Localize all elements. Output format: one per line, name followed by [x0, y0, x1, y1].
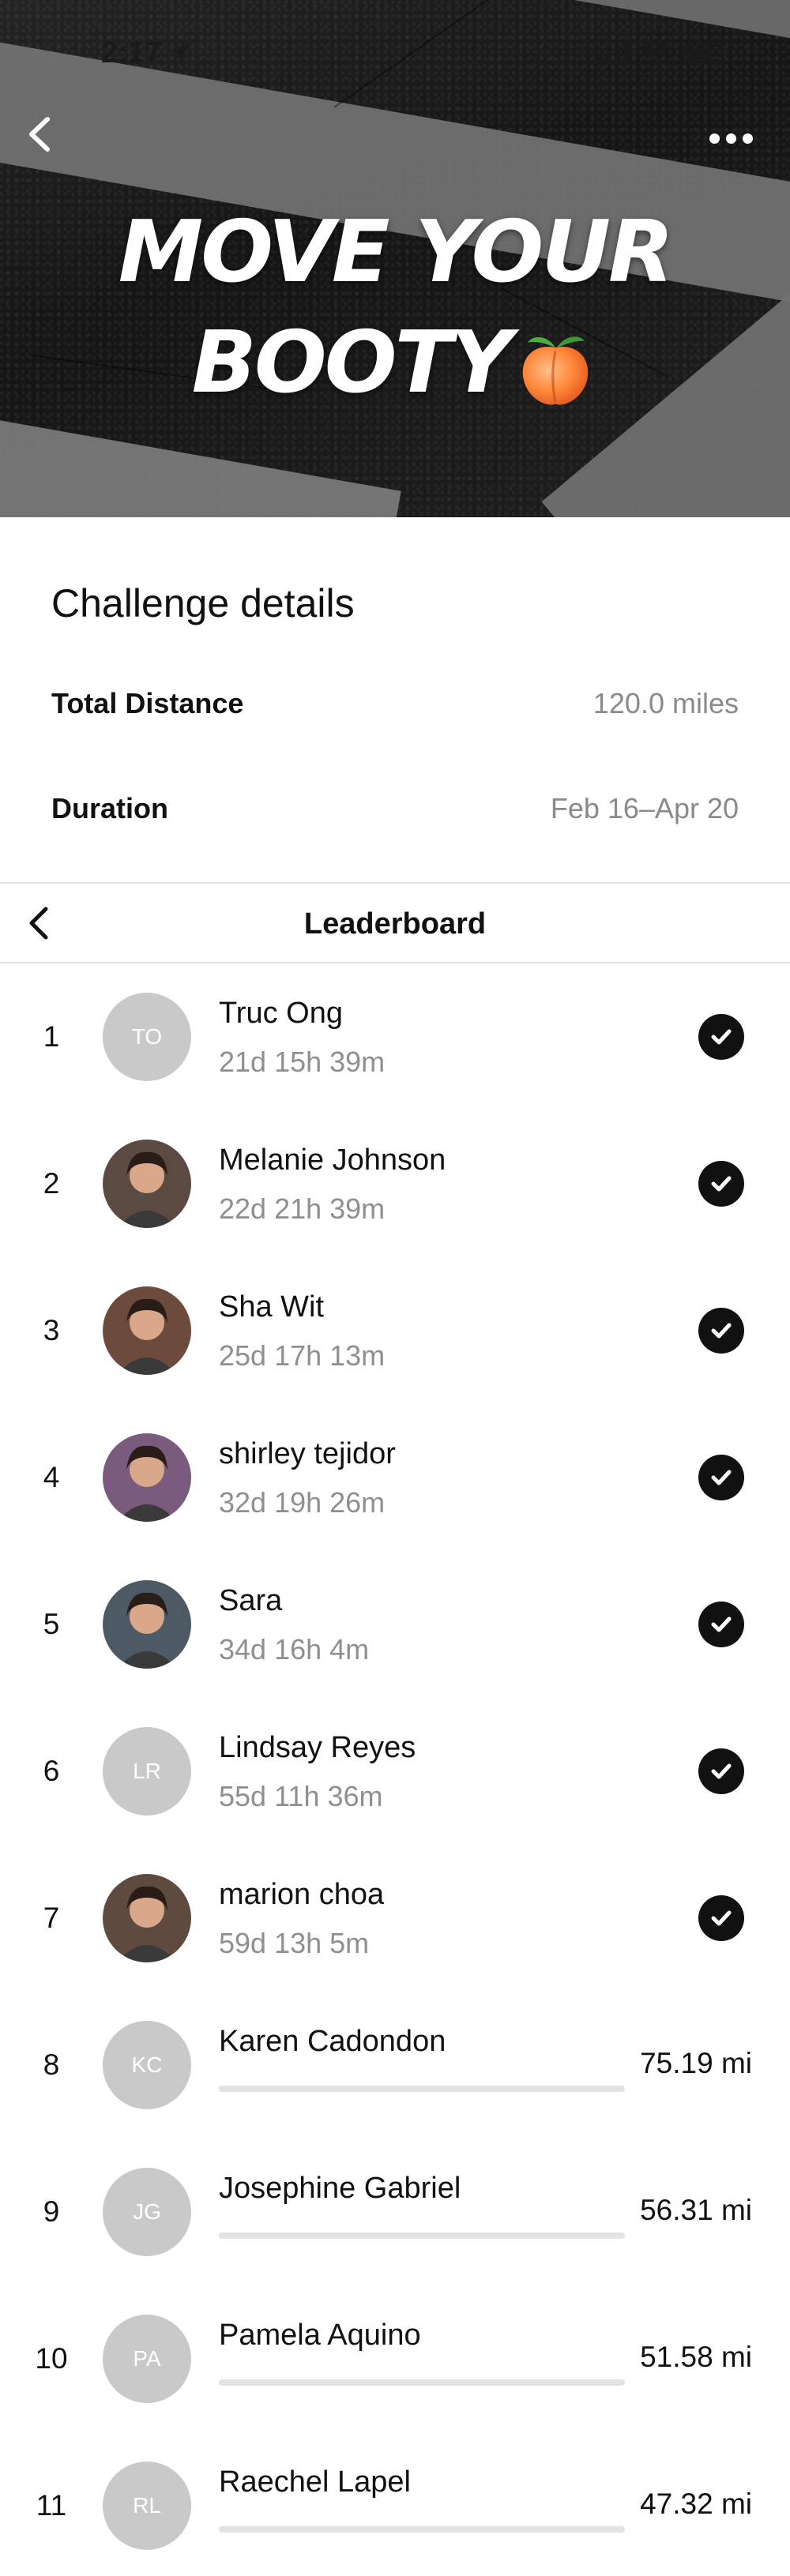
completion-time: 55d 11h 36m [219, 1780, 383, 1812]
leaderboard-row[interactable]: 3 Sha Wit 25d 17h 13m [0, 1257, 790, 1404]
distance-value: 56.31 mi [640, 2194, 752, 2226]
location-arrow-icon [167, 41, 191, 69]
progress-bar [219, 2379, 625, 2386]
total-distance-row: Total Distance 120.0 miles [51, 687, 739, 734]
wifi-icon [639, 41, 672, 65]
rank-number: 8 [43, 2048, 60, 2081]
rank-number: 2 [43, 1167, 60, 1200]
distance-value: 75.19 mi [640, 2047, 752, 2079]
challenge-details: Challenge details Total Distance 120.0 m… [0, 517, 790, 882]
progress-fill [219, 2086, 475, 2092]
leaderboard-row[interactable]: 6 LR Lindsay Reyes 55d 11h 36m [0, 1698, 790, 1845]
check-icon [698, 1308, 744, 1354]
status-bar: 2:17 [0, 0, 790, 103]
rank-number: 3 [43, 1314, 60, 1346]
avatar [103, 1580, 191, 1669]
leaderboard-row[interactable]: 5 Sara 34d 16h 4m [0, 1551, 790, 1698]
status-time: 2:17 [101, 36, 162, 69]
rank-number: 1 [43, 1020, 60, 1053]
rank-number: 9 [43, 2195, 60, 2228]
participant-name: Melanie Johnson [219, 1143, 446, 1177]
battery-icon [683, 44, 729, 65]
progress-bar [219, 2526, 625, 2533]
check-icon [698, 1455, 744, 1500]
progress-fill [219, 2232, 410, 2239]
leaderboard-row[interactable]: 8 KC Karen Cadondon 75.19 mi [0, 1992, 790, 2139]
check-icon [698, 1602, 744, 1647]
rank-number: 4 [43, 1461, 60, 1493]
details-heading: Challenge details [51, 581, 355, 625]
participant-name: marion choa [219, 1878, 385, 1911]
distance-value: 51.58 mi [640, 2341, 752, 2373]
completion-time: 59d 13h 5m [219, 1927, 370, 1959]
rank-number: 11 [36, 2489, 67, 2522]
check-icon [698, 1748, 744, 1794]
total-distance-label: Total Distance [51, 687, 244, 719]
check-icon [698, 1014, 744, 1060]
avatar: JG [103, 2168, 191, 2256]
total-distance-value: 120.0 miles [592, 687, 739, 719]
hero-banner: 2:17 MOVE YOUR BOOTY [0, 0, 790, 517]
progress-fill [219, 2379, 394, 2386]
completion-time: 25d 17h 13m [219, 1339, 386, 1372]
check-icon [698, 1895, 744, 1941]
peach-emoji-icon [523, 336, 589, 405]
completion-time: 32d 19h 26m [219, 1486, 386, 1519]
more-options-button[interactable] [703, 118, 758, 158]
participant-name: Sara [219, 1584, 283, 1617]
completion-time: 22d 21h 39m [219, 1192, 386, 1225]
progress-fill [219, 2526, 378, 2533]
leaderboard-row[interactable]: 2 Melanie Johnson 22d 21h 39m [0, 1110, 790, 1257]
rank-number: 6 [43, 1755, 60, 1787]
avatar [103, 1433, 191, 1522]
check-icon [698, 1161, 744, 1207]
leaderboard-row[interactable]: 7 marion choa 59d 13h 5m [0, 1845, 790, 1992]
progress-bar [219, 2232, 625, 2239]
completion-time: 21d 15h 39m [219, 1046, 386, 1078]
hero-title-line-2: BOOTY [191, 314, 513, 412]
participant-name: Josephine Gabriel [219, 2172, 461, 2205]
hero-title: MOVE YOUR BOOTY [0, 197, 790, 419]
rank-number: 7 [43, 1902, 60, 1934]
leaderboard-header: Leaderboard [0, 882, 790, 963]
participant-name: shirley tejidor [219, 1437, 396, 1470]
leaderboard-row[interactable]: 9 JG Josephine Gabriel 56.31 mi [0, 2139, 790, 2285]
avatar [103, 1140, 191, 1228]
avatar: PA [103, 2315, 191, 2403]
leaderboard-row[interactable]: 1 TO Truc Ong 21d 15h 39m [0, 963, 790, 1110]
back-button[interactable] [16, 111, 63, 158]
duration-row: Duration Feb 16–Apr 20 [51, 792, 739, 839]
participant-name: Truc Ong [219, 997, 343, 1030]
duration-label: Duration [51, 792, 168, 824]
avatar [103, 1286, 191, 1375]
participant-name: Lindsay Reyes [219, 1731, 416, 1764]
signal-icon [597, 43, 629, 65]
participant-name: Pamela Aquino [219, 2319, 421, 2352]
avatar: LR [103, 1727, 191, 1816]
leaderboard-title: Leaderboard [303, 907, 487, 941]
leaderboard-row[interactable]: 11 RL Raechel Lapel 47.32 mi [0, 2432, 790, 2576]
participant-name: Karen Cadondon [219, 2025, 446, 2058]
participant-name: Sha Wit [219, 1290, 325, 1324]
rank-number: 10 [35, 2342, 68, 2375]
leaderboard-row[interactable]: 4 shirley tejidor 32d 19h 26m [0, 1404, 790, 1551]
avatar: TO [103, 993, 191, 1081]
avatar: KC [103, 2021, 191, 2109]
back-chevron-icon [29, 117, 50, 152]
avatar [103, 1874, 191, 1962]
leaderboard-row[interactable]: 10 PA Pamela Aquino 51.58 mi [0, 2285, 790, 2432]
progress-bar [219, 2086, 625, 2092]
participant-name: Raechel Lapel [219, 2465, 411, 2499]
distance-value: 47.32 mi [640, 2488, 752, 2520]
hero-title-line-2-wrap: BOOTY [0, 308, 790, 419]
duration-value: Feb 16–Apr 20 [550, 792, 739, 824]
avatar: RL [103, 2461, 191, 2550]
hero-title-line-1: MOVE YOUR [118, 203, 674, 302]
rank-number: 5 [43, 1608, 60, 1640]
completion-time: 34d 16h 4m [219, 1633, 370, 1665]
